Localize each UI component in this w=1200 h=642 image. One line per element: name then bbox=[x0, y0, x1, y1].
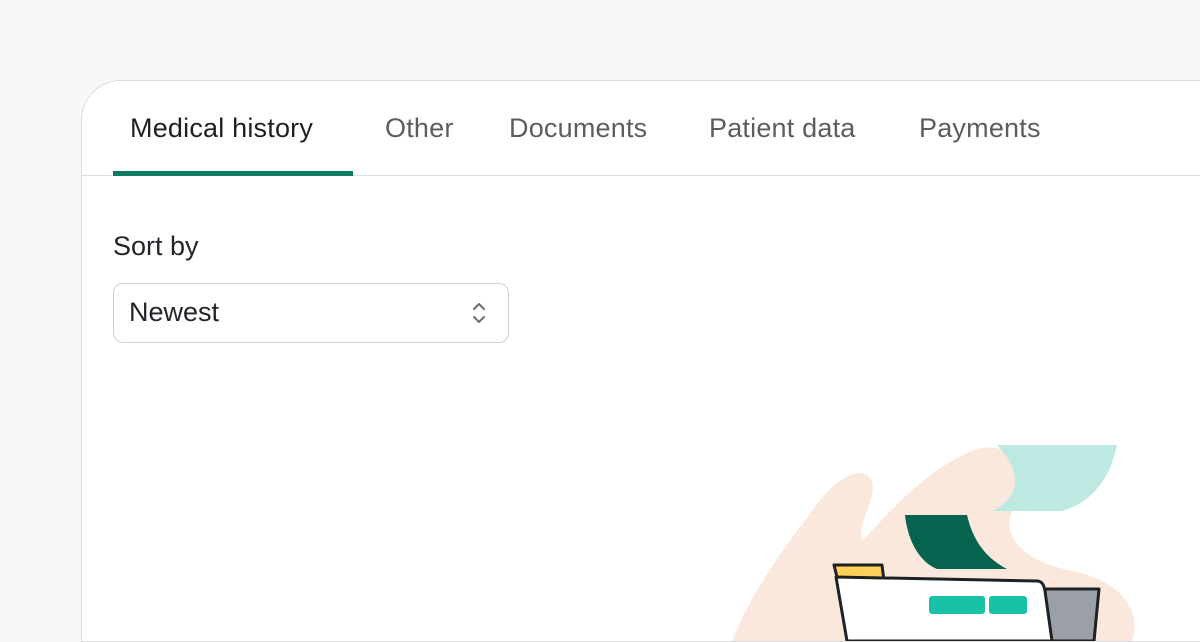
empty-folder-illustration bbox=[732, 445, 1135, 641]
tab-documents[interactable]: Documents bbox=[509, 81, 647, 175]
tab-patient-data[interactable]: Patient data bbox=[709, 81, 856, 175]
sort-by-label: Sort by bbox=[113, 231, 199, 261]
tab-medical-history[interactable]: Medical history bbox=[130, 81, 313, 175]
sort-select-value: Newest bbox=[129, 297, 220, 327]
sort-select[interactable]: Newest bbox=[113, 283, 509, 343]
chevron-up-down-icon bbox=[473, 303, 485, 323]
patient-card: Medical history Other Documents Patient … bbox=[81, 80, 1200, 642]
tab-bar: Medical history Other Documents Patient … bbox=[82, 81, 1200, 176]
tab-payments[interactable]: Payments bbox=[919, 81, 1041, 175]
tab-other[interactable]: Other bbox=[385, 81, 454, 175]
active-tab-indicator bbox=[113, 171, 353, 176]
